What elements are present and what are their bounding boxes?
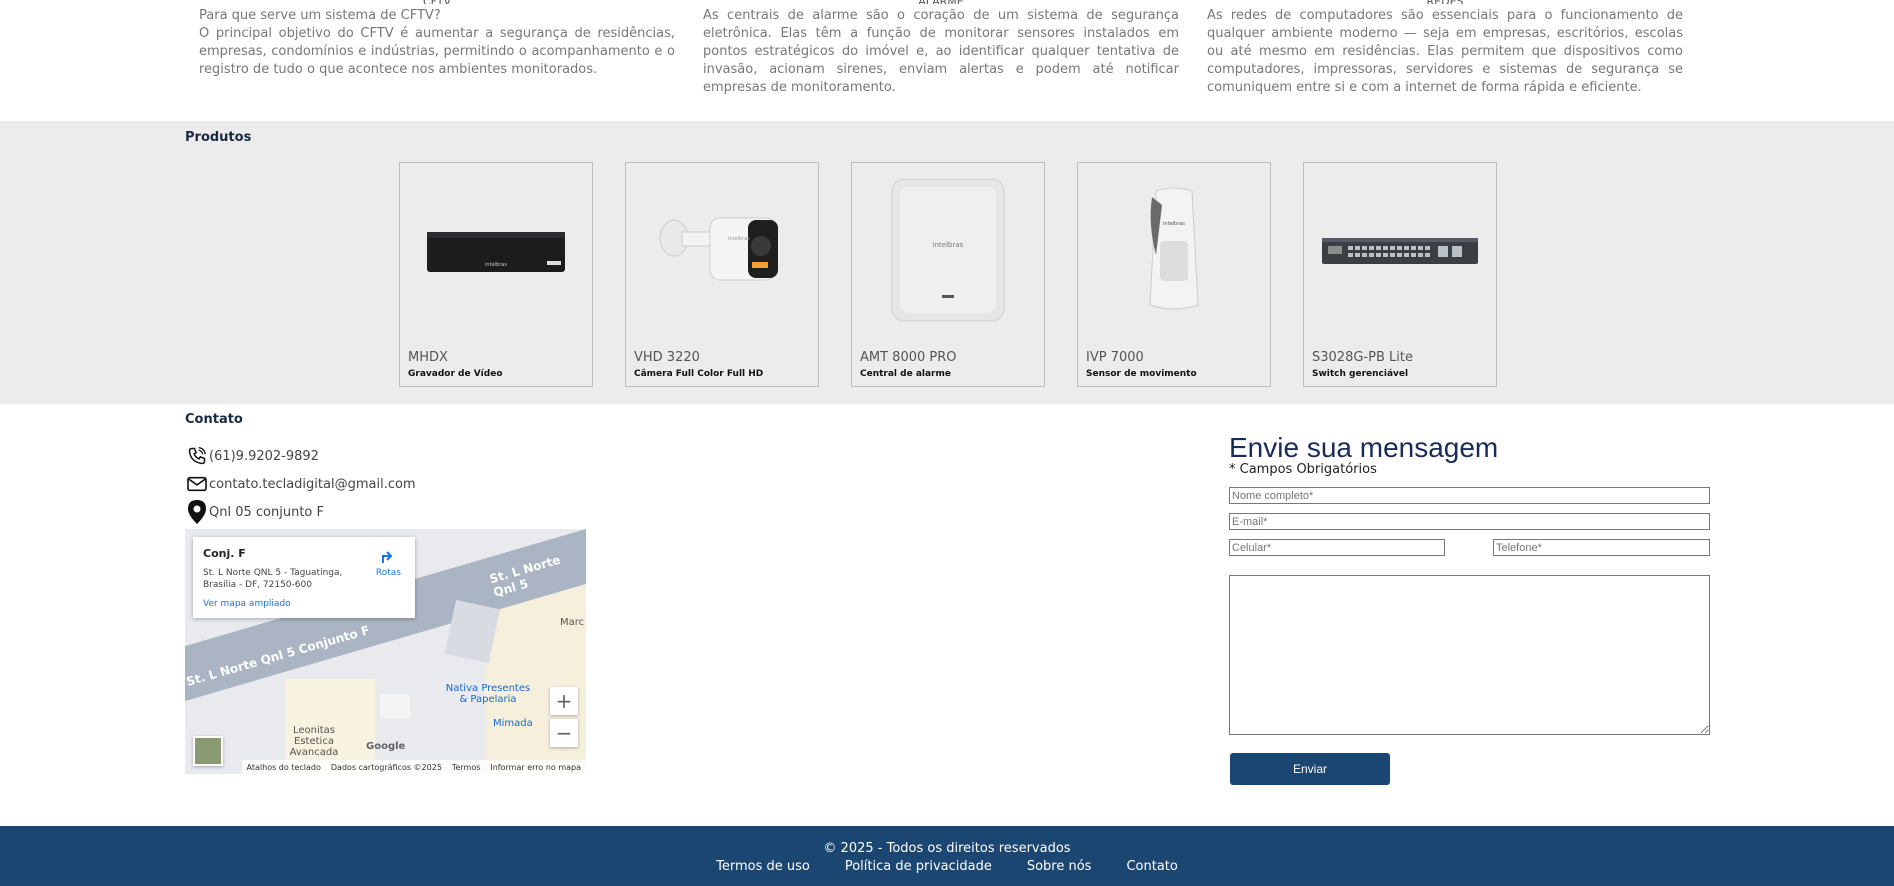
info-column-alarme: ALARME As centrais de alarme são o coraç… (703, 0, 1179, 97)
email-address: contato.tecladigital@gmail.com (209, 476, 416, 492)
cellphone-input[interactable] (1229, 539, 1445, 556)
site-footer: © 2025 - Todos os direitos reservados Te… (0, 826, 1894, 886)
map-attribution-bar: Atalhos do teclado Dados cartográficos ©… (241, 760, 586, 774)
contact-email[interactable]: contato.tecladigital@gmail.com (185, 472, 416, 496)
address-text: Qnl 05 conjunto F (209, 504, 324, 520)
directions-label: Rotas (375, 568, 401, 578)
product-desc: Gravador de Vídeo (408, 369, 503, 379)
zoom-in-button[interactable]: + (550, 687, 578, 715)
product-name: VHD 3220 (634, 350, 700, 365)
map-place-card: Conj. F St. L Norte QNL 5 - Taguatinga, … (193, 537, 415, 618)
dvr-recorder-image: intelbras (410, 175, 582, 325)
place-address: St. L Norte QNL 5 - Taguatinga, Brasília… (203, 568, 343, 590)
alarm-panel-image: intelbras (862, 175, 1034, 325)
directions-button[interactable]: Rotas (376, 547, 401, 578)
message-textarea[interactable] (1229, 575, 1710, 735)
product-name: AMT 8000 PRO (860, 350, 957, 365)
brand-logo: intelbras (1163, 221, 1185, 227)
footer-link-privacy[interactable]: Política de privacidade (845, 859, 992, 874)
full-name-input[interactable] (1229, 487, 1710, 504)
email-input[interactable] (1229, 513, 1710, 530)
zoom-out-button[interactable]: − (550, 719, 578, 747)
embedded-map[interactable]: St. L Norte Qnl 5 St. L Norte Qnl 5 Conj… (185, 529, 586, 774)
network-switch-image (1314, 175, 1486, 325)
brand-logo: intelbras (485, 262, 507, 268)
required-fields-note: * Campos Obrigatórios (1229, 462, 1377, 477)
contact-section: Contato (61)9.9202-9892 contato.tecladig… (0, 404, 1894, 826)
footer-link-terms[interactable]: Termos de uso (716, 859, 810, 874)
products-section: Produtos intelbras MHDX Gravador de Víde… (0, 121, 1894, 404)
info-title-cftv: CFTV (199, 0, 675, 4)
product-name: IVP 7000 (1086, 350, 1144, 365)
product-card-mhdx[interactable]: intelbras MHDX Gravador de Vídeo (399, 162, 593, 387)
telephone-input[interactable] (1493, 539, 1710, 556)
poi-label: Marc (560, 617, 585, 628)
info-text-alarme: As centrais de alarme são o coração de u… (703, 8, 1179, 95)
info-column-redes: REDES As redes de computadores são essen… (1207, 0, 1683, 97)
google-logo: Google (366, 741, 406, 752)
poi-label[interactable]: Nativa Presentes & Papelaria (443, 683, 533, 705)
info-title-alarme: ALARME (703, 0, 1179, 4)
footer-link-about[interactable]: Sobre nós (1027, 859, 1092, 874)
footer-link-contact[interactable]: Contato (1126, 859, 1177, 874)
product-desc: Central de alarme (860, 369, 951, 379)
info-title-redes: REDES (1207, 0, 1683, 4)
form-title: Envie sua mensagem (1229, 432, 1499, 463)
directions-icon (382, 551, 393, 563)
product-card-vhd3220[interactable]: intelbras VHD 3220 Câmera Full Color Ful… (625, 162, 819, 387)
satellite-toggle-thumbnail[interactable] (193, 736, 223, 766)
footer-links: Termos de uso Política de privacidade So… (0, 859, 1894, 874)
info-text-redes: As redes de computadores são essenciais … (1207, 8, 1683, 95)
submit-button[interactable]: Enviar (1230, 753, 1390, 785)
product-card-ivp7000[interactable]: intelbras IVP 7000 Sensor de movimento (1077, 162, 1271, 387)
brand-logo: intelbras (933, 241, 964, 249)
location-pin-icon (185, 500, 209, 524)
report-error-link[interactable]: Informar erro no mapa (490, 763, 581, 772)
contact-heading: Contato (185, 412, 243, 427)
phone-icon (185, 444, 209, 468)
bullet-camera-image: intelbras (636, 175, 808, 325)
larger-map-link[interactable]: Ver mapa ampliado (203, 599, 291, 609)
product-desc: Sensor de movimento (1086, 369, 1197, 379)
poi-label[interactable]: Mimada (493, 718, 533, 729)
map-data-text: Dados cartográficos ©2025 (330, 762, 442, 772)
poi-label: Leonitas Estetica Avancada (289, 725, 339, 758)
contact-address[interactable]: Qnl 05 conjunto F (185, 500, 324, 524)
products-heading: Produtos (185, 130, 252, 145)
product-desc: Switch gerenciável (1312, 369, 1409, 379)
info-column-cftv: CFTV Para que serve um sistema de CFTV? … (199, 0, 675, 79)
terms-link[interactable]: Termos (452, 763, 480, 772)
place-title: Conj. F (203, 547, 246, 560)
product-name: S3028G-PB Lite (1312, 350, 1413, 365)
product-name: MHDX (408, 350, 448, 365)
product-desc: Câmera Full Color Full HD (634, 369, 764, 379)
product-card-amt8000[interactable]: intelbras AMT 8000 PRO Central de alarme (851, 162, 1045, 387)
phone-number: (61)9.9202-9892 (209, 448, 319, 464)
brand-logo: intelbras (728, 236, 750, 242)
motion-sensor-image: intelbras (1088, 175, 1260, 325)
keyboard-shortcuts-link[interactable]: Atalhos do teclado (247, 763, 321, 772)
services-info-section: CFTV Para que serve um sistema de CFTV? … (0, 0, 1894, 121)
copyright-text: © 2025 - Todos os direitos reservados (823, 841, 1071, 856)
mail-icon (185, 472, 209, 496)
contact-phone[interactable]: (61)9.9202-9892 (185, 444, 319, 468)
product-card-s3028g[interactable]: S3028G-PB Lite Switch gerenciável (1303, 162, 1497, 387)
info-text-cftv: Para que serve um sistema de CFTV? O pri… (199, 8, 675, 77)
